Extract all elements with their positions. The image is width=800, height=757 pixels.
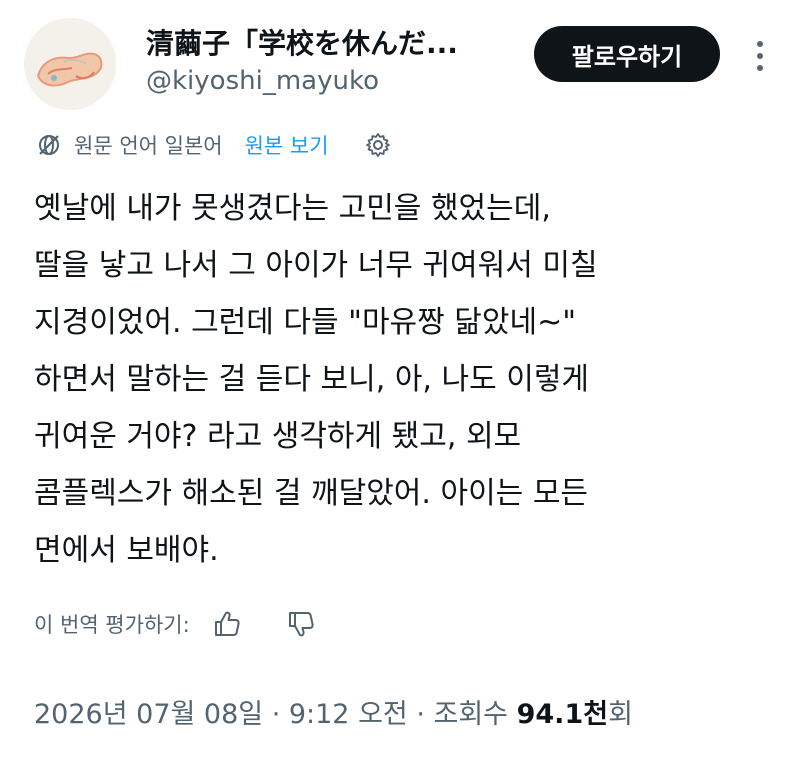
avatar-illustration [24,18,116,110]
thumbs-up-icon[interactable] [210,607,244,641]
translation-bar: 원문 언어 일본어 원본 보기 [34,128,393,162]
globe-slash-icon [34,130,64,160]
tweet-line: 콤플렉스가 해소된 걸 깨달았어. 아이는 모든 [34,476,589,511]
more-options-button[interactable] [744,32,776,80]
thumbs-down-icon[interactable] [284,607,318,641]
tweet-line: 귀여운 거야? 라고 생각하게 됐고, 외모 [34,419,522,454]
tweet-line: 하면서 말하는 걸 듣다 보니, 아, 나도 이렇게 [34,362,590,397]
tweet-line: 지경이었어. 그런데 다들 "마유짱 닮았네~" [34,305,577,340]
tweet-datetime[interactable]: 2026년 07월 08일 · 9:12 오전 · 조회수 [34,699,517,730]
author-display-name[interactable]: 清繭子「学校を休んだ... [146,22,458,62]
follow-button[interactable]: 팔로우하기 [534,26,720,82]
avatar[interactable] [24,18,116,110]
tweet-line: 면에서 보배야. [34,533,219,568]
view-original-link[interactable]: 원본 보기 [245,130,329,160]
tweet-header: 清繭子「学校を休んだ... @kiyoshi_mayuko 팔로우하기 [0,0,800,120]
tweet-meta: 2026년 07월 08일 · 9:12 오전 · 조회수 94.1천회 [34,692,633,731]
more-dots-icon [757,41,763,47]
rate-translation-row: 이 번역 평가하기: [34,604,318,644]
tweet-line: 딸을 낳고 나서 그 아이가 너무 귀여워서 미칠 [34,248,598,283]
gear-icon[interactable] [363,130,393,160]
source-language-label: 원문 언어 일본어 [74,134,223,158]
views-count: 94.1천 [516,699,609,730]
author-handle[interactable]: @kiyoshi_mayuko [146,66,379,96]
views-suffix: 회 [608,699,633,730]
tweet-line: 옛날에 내가 못생겼다는 고민을 했었는데, [34,191,551,226]
rate-translation-label: 이 번역 평가하기: [34,613,190,637]
tweet-body: 옛날에 내가 못생겼다는 고민을 했었는데, 딸을 낳고 나서 그 아이가 너무… [34,180,774,579]
